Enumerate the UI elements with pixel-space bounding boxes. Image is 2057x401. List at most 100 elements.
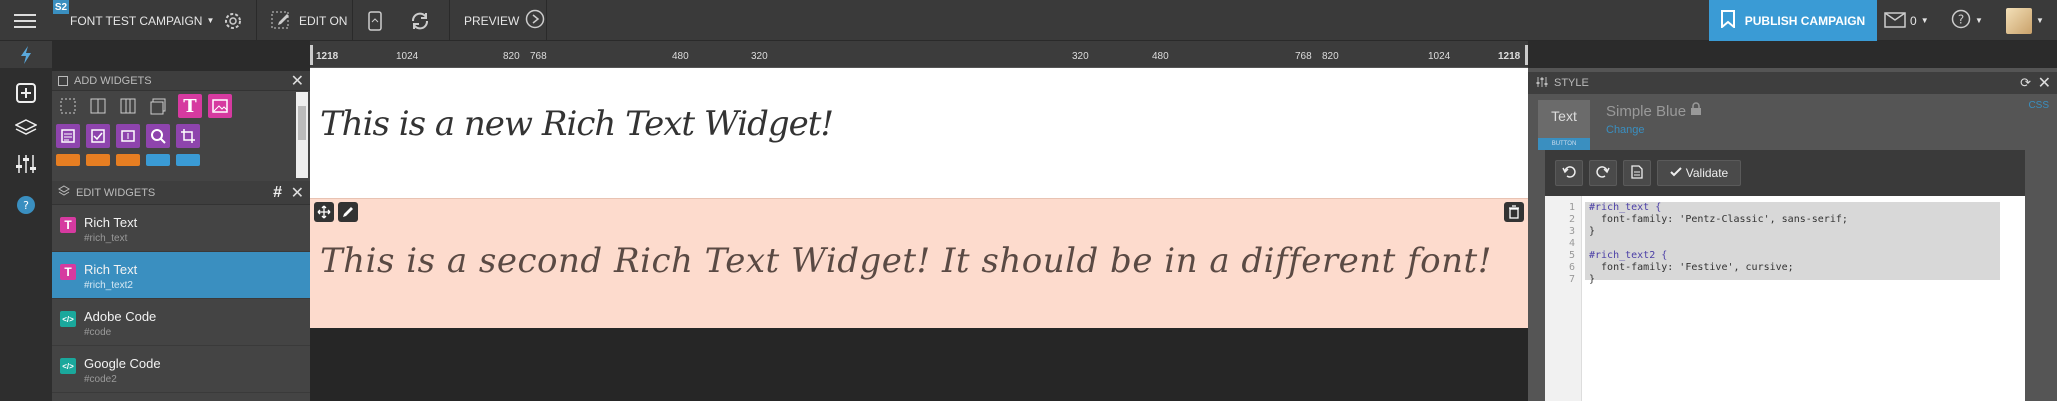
text-widget-icon: T [60, 217, 76, 233]
widget-input-icon[interactable] [116, 124, 140, 148]
widget-crop-icon[interactable] [176, 124, 200, 148]
widget-box-icon[interactable] [56, 94, 80, 118]
widget-name: Adobe Code [84, 309, 157, 324]
ruler-tick: 768 [1295, 51, 1312, 62]
publish-label: PUBLISH CAMPAIGN [1744, 13, 1866, 28]
palette-scrollbar[interactable] [296, 92, 308, 178]
inbox-icon [1884, 10, 1906, 31]
user-menu[interactable]: ▼ [2006, 0, 2044, 41]
widget-list-icon[interactable] [56, 154, 80, 166]
widget-name: Rich Text [84, 262, 138, 277]
inbox-menu[interactable]: 0 ▼ [1884, 0, 1929, 41]
refresh-small-icon[interactable]: ⟳ [2020, 75, 2031, 91]
widget-three-column-icon[interactable] [116, 94, 140, 118]
widget-list-item[interactable]: </> Google Code #code2 [52, 346, 310, 393]
validate-button[interactable]: Validate [1657, 160, 1741, 186]
widget-list-item[interactable]: </> Adobe Code #code [52, 299, 310, 346]
widget-id: #rich_text2 [84, 280, 133, 291]
edit-widgets-title: EDIT WIDGETS [76, 186, 156, 199]
widget-name: Rich Text [84, 215, 138, 230]
mobile-preview-icon[interactable] [368, 0, 382, 41]
widget1-text: This is a new Rich Text Widget! [320, 104, 834, 144]
ruler-handle-right[interactable] [1525, 45, 1528, 65]
code-line: #rich_text2 { [1589, 250, 1668, 261]
help-icon: ? [1951, 9, 1971, 32]
undo-icon [1562, 165, 1576, 182]
change-link[interactable]: Change [1606, 124, 1645, 136]
widget-menu-icon[interactable] [86, 154, 110, 166]
layers-small-icon [58, 185, 70, 200]
widget-stack-icon[interactable] [146, 94, 170, 118]
line-gutter: 1 2 3 4 5 6 7 [1545, 196, 1582, 401]
scroll-thumb[interactable] [298, 106, 306, 140]
refresh-icon[interactable] [409, 0, 431, 41]
lock-icon [1690, 102, 1702, 120]
lightning-icon[interactable] [0, 41, 52, 68]
line-number: 5 [1568, 250, 1575, 261]
css-code-editor[interactable]: 1 2 3 4 5 6 7 #rich_text { font-family: … [1545, 196, 2025, 401]
layers-icon[interactable] [0, 110, 52, 146]
close-icon[interactable]: ✕ [2038, 73, 2051, 93]
text-widget-icon: T [60, 264, 76, 280]
widget-image-icon[interactable] [208, 94, 232, 118]
widget-id: #rich_text [84, 233, 128, 244]
sliders-icon[interactable] [0, 146, 52, 182]
widget-embed-icon[interactable] [176, 154, 200, 166]
caret-down-icon: ▼ [2036, 16, 2044, 25]
ruler-tick: 320 [751, 51, 768, 62]
widget-text-icon[interactable]: T [178, 94, 202, 118]
widget-list-item[interactable]: T Rich Text #rich_text [52, 205, 310, 252]
widget2-text: This is a second Rich Text Widget! It sh… [320, 241, 1492, 281]
ruler-handle-left[interactable] [310, 45, 313, 65]
ruler-tick: 480 [672, 51, 689, 62]
hamburger-menu-icon[interactable] [14, 0, 36, 41]
preview-button[interactable]: PREVIEW [464, 0, 545, 41]
style-tab-sub: BUTTON [1538, 138, 1590, 150]
rich-text-widget-1[interactable]: This is a new Rich Text Widget! [310, 68, 1528, 198]
line-number: 1 [1568, 202, 1575, 213]
widget-share-icon[interactable] [116, 154, 140, 166]
caret-down-icon: ▼ [1920, 16, 1929, 25]
help-menu[interactable]: ? ▼ [1951, 0, 1983, 41]
edit-toggle[interactable]: EDIT ON [271, 0, 347, 41]
publish-campaign-button[interactable]: PUBLISH CAMPAIGN [1709, 0, 1877, 41]
style-tab[interactable]: Text BUTTON [1538, 100, 1590, 150]
pencil-icon[interactable] [338, 202, 358, 222]
code-line: #rich_text { [1589, 202, 1662, 213]
settings-gear-icon[interactable] [223, 0, 243, 41]
help-circle-icon[interactable]: ? [0, 187, 52, 223]
widget-two-column-icon[interactable] [86, 94, 110, 118]
code-line: font-family: 'Festive', cursive; [1589, 262, 1794, 273]
left-rail: ? [0, 41, 52, 401]
undo-button[interactable] [1555, 160, 1583, 186]
code-editor-toolbar: Validate [1545, 150, 2025, 196]
ruler-tick: 820 [1322, 51, 1339, 62]
style-tab-label: Text [1551, 108, 1577, 124]
hash-icon[interactable]: # [273, 184, 282, 202]
widget-list-item-selected[interactable]: T Rich Text #rich_text2 [52, 252, 310, 299]
top-bar: S2 FONT TEST CAMPAIGN ▼ EDIT ON PREVIEW … [0, 0, 2057, 41]
file-button[interactable] [1623, 160, 1651, 186]
style-panel-header: STYLE ⟳ ✕ [1528, 72, 2057, 94]
add-widget-icon[interactable] [0, 75, 52, 111]
widget-video-icon[interactable] [146, 154, 170, 166]
campaign-name: FONT TEST CAMPAIGN [70, 13, 203, 28]
rich-text-widget-2[interactable]: This is a second Rich Text Widget! It sh… [310, 198, 1528, 328]
widget-search-icon[interactable] [146, 124, 170, 148]
code-line: } [1589, 274, 1596, 285]
code-line: font-family: 'Pentz-Classic', sans-serif… [1589, 214, 1848, 225]
trash-icon[interactable] [1504, 202, 1524, 222]
ruler-tick: 1024 [1428, 51, 1451, 62]
widget-form-icon[interactable] [56, 124, 80, 148]
redo-icon [1596, 165, 1610, 182]
redo-button[interactable] [1589, 160, 1617, 186]
widget-checkbox-icon[interactable] [86, 124, 110, 148]
code-line: } [1589, 226, 1596, 237]
campaign-selector[interactable]: FONT TEST CAMPAIGN ▼ [70, 0, 214, 41]
line-number: 6 [1568, 262, 1575, 273]
move-icon[interactable] [314, 202, 334, 222]
close-icon[interactable]: ✕ [291, 71, 304, 91]
theme-label: Simple Blue [1606, 102, 1687, 120]
close-icon[interactable]: ✕ [291, 183, 304, 203]
ruler-tick: 1218 [316, 51, 339, 62]
